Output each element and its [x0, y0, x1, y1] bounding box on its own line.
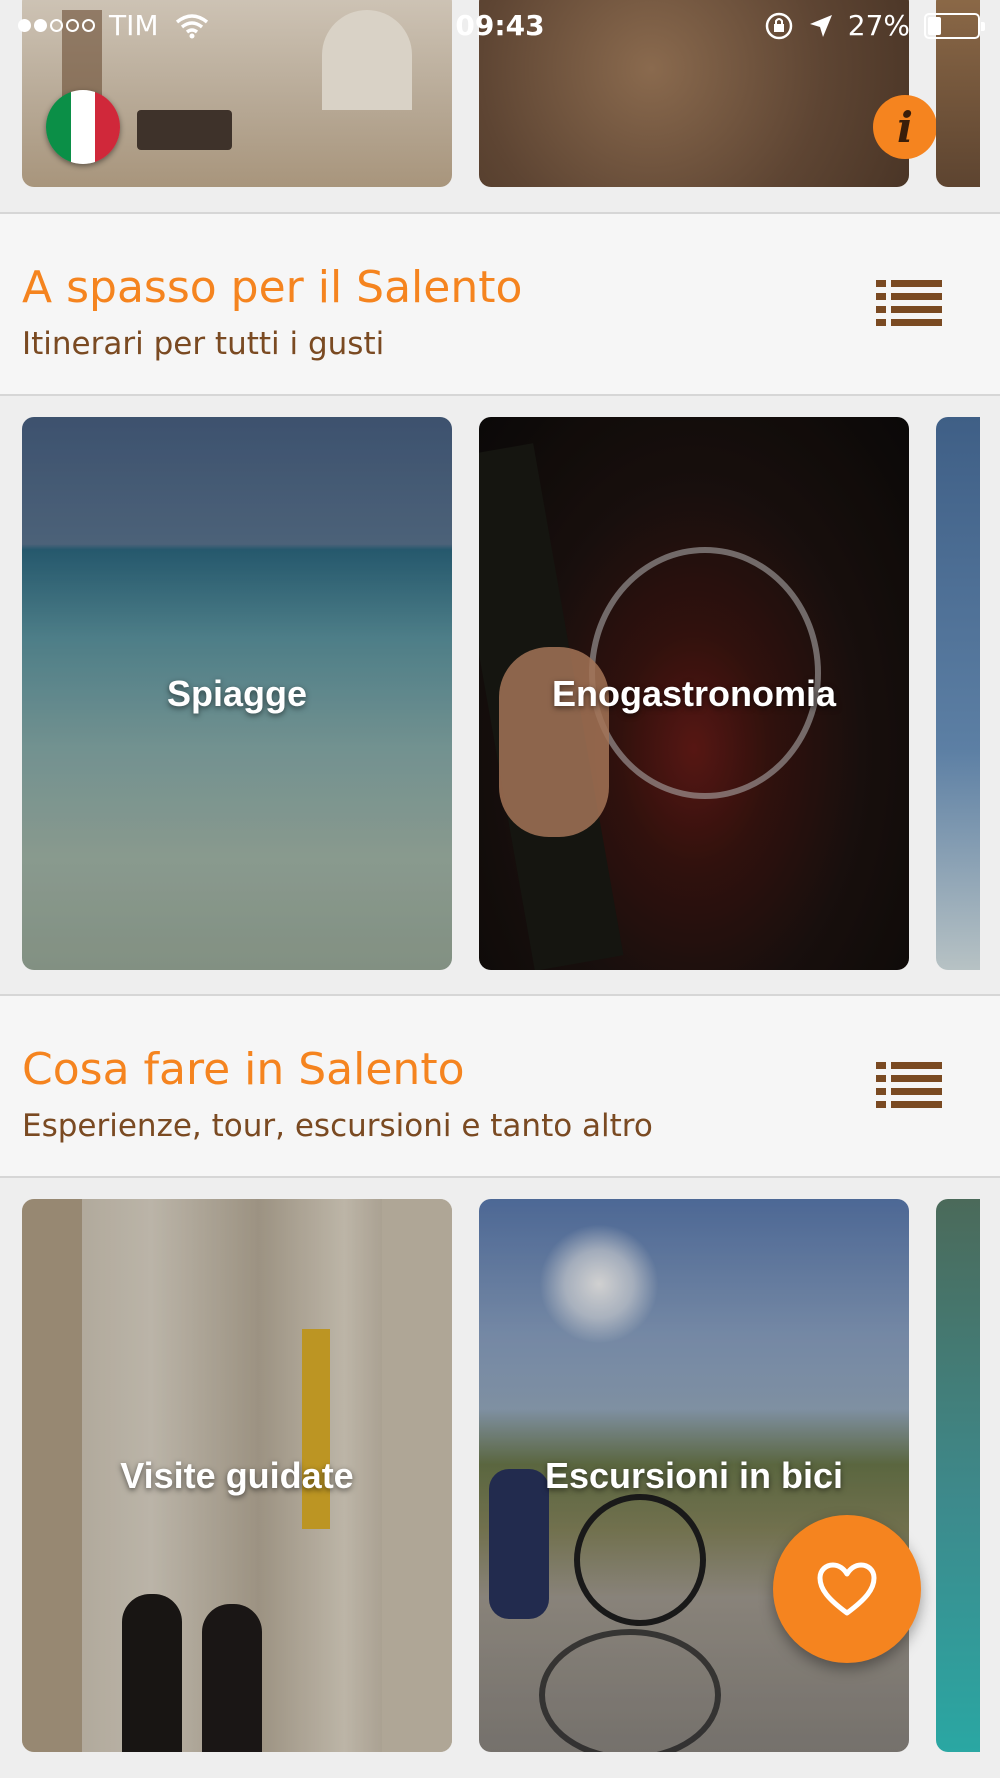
list-view-icon[interactable] — [876, 280, 942, 328]
rotation-lock-icon — [765, 12, 793, 39]
card-label: Escursioni in bici — [544, 1454, 844, 1496]
favorites-button[interactable] — [773, 1515, 921, 1663]
card-peek-section-2[interactable] — [936, 1199, 980, 1752]
card-visite-guidate[interactable]: Visite guidate — [22, 1199, 452, 1752]
section-subtitle: Itinerari per tutti i gusti — [22, 326, 385, 362]
italian-flag-icon[interactable] — [46, 90, 120, 164]
status-right: 27% — [764, 9, 985, 42]
section-header-cosa-fare: Cosa fare in Salento Esperienze, tour, e… — [0, 994, 1000, 1178]
card-escursioni-in-bici[interactable]: Escursioni in bici — [479, 1199, 909, 1752]
status-bar: TIM 09:43 27% — [0, 0, 1000, 56]
card-label: Visite guidate — [120, 1454, 354, 1496]
info-icon[interactable]: i — [873, 95, 937, 159]
section-subtitle: Esperienze, tour, escursioni e tanto alt… — [22, 1108, 653, 1144]
card-label: Spiagge — [166, 672, 308, 714]
card-peek-section-1[interactable] — [936, 417, 980, 970]
section-title: A spasso per il Salento — [22, 262, 523, 313]
battery-percentage: 27% — [847, 9, 910, 42]
card-spiagge[interactable]: Spiagge — [22, 417, 452, 970]
location-arrow-icon — [809, 14, 832, 37]
list-view-icon[interactable] — [876, 1062, 942, 1110]
section-header-itinerari: A spasso per il Salento Itinerari per tu… — [0, 212, 1000, 396]
card-label: Enogastronomia — [551, 672, 837, 714]
heart-icon — [817, 1562, 877, 1616]
section-title: Cosa fare in Salento — [22, 1044, 465, 1095]
card-enogastronomia[interactable]: Enogastronomia — [479, 417, 909, 970]
battery-icon — [924, 12, 985, 39]
